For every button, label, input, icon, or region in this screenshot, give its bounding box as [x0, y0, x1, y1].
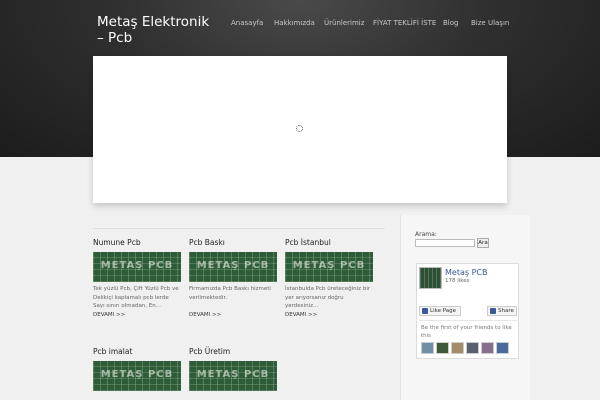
fan-avatar[interactable] — [451, 342, 464, 354]
read-more-link[interactable]: DEVAMI >> — [285, 312, 373, 318]
post-title[interactable]: Numune Pcb — [93, 238, 181, 248]
post-card: Numune Pcb METAŞ PCB Tek yüzlü Pcb, Çift… — [93, 238, 181, 318]
like-button-label: Like Page — [430, 308, 457, 314]
nav-item-bize-ulasin[interactable]: Bize Ulaşın — [471, 19, 509, 27]
nav-item-blog[interactable]: Blog — [443, 19, 458, 27]
post-title[interactable]: Pcb Üretim — [189, 347, 277, 357]
nav-item-anasayfa[interactable]: Anasayfa — [231, 19, 263, 27]
thumbnail-watermark: METAŞ PCB — [100, 369, 174, 380]
post-card: Pcb imalat METAŞ PCB — [93, 347, 181, 391]
post-title[interactable]: Pcb İstanbul — [285, 238, 373, 248]
fan-avatar[interactable] — [496, 342, 509, 354]
thumbnail-watermark: METAŞ PCB — [196, 260, 270, 271]
facebook-page-name[interactable]: Metaş PCB — [445, 268, 487, 277]
share-icon — [490, 308, 496, 314]
post-thumbnail[interactable]: METAŞ PCB — [189, 252, 277, 282]
read-more-link[interactable]: DEVAMI >> — [189, 312, 277, 318]
post-thumbnail[interactable]: METAŞ PCB — [285, 252, 373, 282]
read-more-link[interactable]: DEVAMI >> — [93, 312, 181, 318]
fan-avatar[interactable] — [436, 342, 449, 354]
thumbnail-watermark: METAŞ PCB — [196, 369, 270, 380]
fan-avatar[interactable] — [481, 342, 494, 354]
search-button[interactable]: Ara — [477, 238, 489, 248]
posts-grid: Numune Pcb METAŞ PCB Tek yüzlü Pcb, Çift… — [93, 228, 385, 400]
facebook-like-box: Metaş PCB 178 likes Like Page Share Be t… — [416, 263, 519, 359]
divider — [93, 228, 385, 229]
search-input[interactable] — [415, 239, 475, 247]
fan-avatar[interactable] — [421, 342, 434, 354]
thumbnail-watermark: METAŞ PCB — [100, 260, 174, 271]
facebook-friends-text: Be the first of your friends to like thi… — [421, 325, 512, 339]
facebook-like-button[interactable]: Like Page — [419, 306, 461, 316]
facebook-share-button[interactable]: Share — [487, 306, 517, 316]
thumbnail-watermark: METAŞ PCB — [292, 260, 366, 271]
search-label: Arama: — [415, 231, 437, 238]
post-card: Pcb Üretim METAŞ PCB — [189, 347, 277, 391]
divider — [419, 320, 517, 321]
post-excerpt: Tek yüzlü Pcb, Çift Yüzlü Pcb ve Delikiç… — [93, 286, 179, 309]
facebook-like-count: 178 likes — [445, 278, 470, 284]
site-title[interactable]: Metaş Elektronik – Pcb — [97, 14, 217, 46]
facebook-page-avatar[interactable] — [419, 267, 442, 289]
nav-item-hakkimizda[interactable]: Hakkımızda — [274, 19, 315, 27]
post-thumbnail[interactable]: METAŞ PCB — [93, 361, 181, 391]
post-excerpt: İstanbulda Pcb üreteceğiniz bir yer arıy… — [285, 286, 371, 309]
sidebar: Arama: Ara Metaş PCB 178 likes Like Page… — [400, 215, 530, 400]
nav-item-fiyat-teklifi[interactable]: FİYAT TEKLİFİ İSTE — [373, 19, 436, 27]
post-card: Pcb İstanbul METAŞ PCB İstanbulda Pcb ür… — [285, 238, 373, 318]
post-card: Pcb Baskı METAŞ PCB Firmamızda Pcb Baskı… — [189, 238, 277, 318]
loading-spinner-icon — [296, 125, 303, 132]
fan-avatar[interactable] — [466, 342, 479, 354]
facebook-icon — [422, 308, 428, 314]
post-title[interactable]: Pcb imalat — [93, 347, 181, 357]
post-thumbnail[interactable]: METAŞ PCB — [189, 361, 277, 391]
post-excerpt: Firmamızda Pcb Baskı hizmeti verilmekted… — [189, 286, 271, 301]
share-button-label: Share — [498, 308, 514, 314]
nav-item-urunlerimiz[interactable]: Ürünlerimiz — [324, 19, 364, 27]
post-title[interactable]: Pcb Baskı — [189, 238, 277, 248]
post-thumbnail[interactable]: METAŞ PCB — [93, 252, 181, 282]
